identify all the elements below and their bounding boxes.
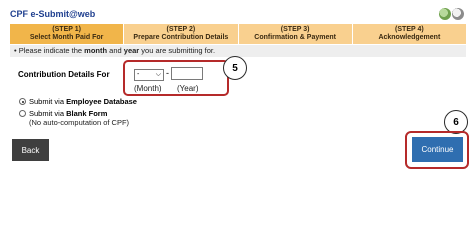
instruction-month: month [84, 46, 108, 55]
contribution-details-label: Contribution Details For [18, 70, 110, 79]
back-button[interactable]: Back [12, 139, 49, 161]
step-3: (STEP 3) Confirmation & Payment [237, 24, 352, 44]
step-2-number: (STEP 2) [166, 26, 196, 33]
step-2-label: Prepare Contribution Details [133, 34, 229, 41]
submit-via-blank-form-option[interactable]: Submit via Blank Form [19, 109, 107, 118]
radio-blank-form[interactable] [19, 110, 26, 117]
refresh-icon[interactable] [439, 8, 451, 20]
submit-via-employee-database-option[interactable]: Submit via Employee Database [19, 97, 137, 106]
instruction-year: year [123, 46, 140, 55]
step-4: (STEP 4) Acknowledgement [351, 24, 466, 44]
instruction-bar: • Please indicate the month and year you… [10, 45, 466, 57]
month-hint: (Month) [134, 84, 162, 93]
step-1-number: (STEP 1) [52, 26, 81, 33]
option1-label: Employee Database [66, 97, 137, 106]
top-icons [439, 8, 464, 20]
search-icon[interactable] [452, 8, 464, 20]
step-progress-bar: (STEP 1) Select Month Paid For (STEP 2) … [10, 24, 466, 44]
step-4-number: (STEP 4) [395, 26, 424, 33]
continue-button[interactable]: Continue [412, 137, 463, 162]
instruction-suffix: you are submitting for. [139, 46, 216, 55]
step-4-label: Acknowledgement [378, 34, 441, 41]
app-title: CPF e-Submit@web [10, 9, 96, 19]
step-1: (STEP 1) Select Month Paid For [10, 24, 124, 44]
chevron-down-icon: ⌵ [155, 71, 161, 78]
option2-prefix: Submit via [29, 109, 65, 118]
blank-form-note: (No auto-computation of CPF) [29, 118, 130, 127]
year-input[interactable] [171, 67, 203, 80]
option1-prefix: Submit via [29, 97, 65, 106]
step-3-number: (STEP 3) [280, 26, 310, 33]
step-2: (STEP 2) Prepare Contribution Details [123, 24, 238, 44]
year-hint: (Year) [177, 84, 199, 93]
radio-employee-database[interactable] [19, 98, 26, 105]
step-1-label: Select Month Paid For [29, 34, 104, 41]
option2-label: Blank Form [66, 109, 108, 118]
instruction-mid: and [107, 46, 124, 55]
month-select-value: - [137, 71, 140, 78]
date-separator: - [166, 68, 169, 78]
month-select[interactable]: - ⌵ [134, 69, 164, 81]
callout-number-5: 5 [223, 56, 247, 80]
instruction-prefix: • Please indicate the [14, 46, 85, 55]
step-3-label: Confirmation & Payment [254, 34, 336, 41]
